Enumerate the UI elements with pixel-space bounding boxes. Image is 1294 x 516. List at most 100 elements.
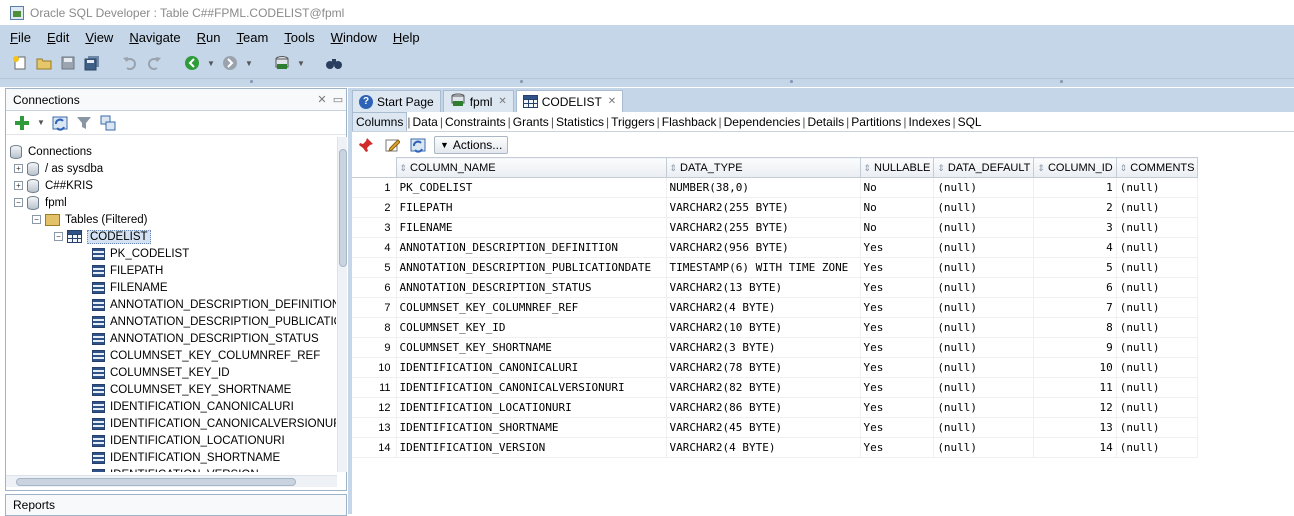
menu-help[interactable]: Help xyxy=(383,30,426,45)
sort-icon[interactable]: ⇕ xyxy=(864,163,872,173)
sort-icon[interactable]: ⇕ xyxy=(400,163,408,173)
nullable-cell[interactable]: Yes xyxy=(860,437,935,458)
row-number[interactable]: 3 xyxy=(352,217,397,238)
comments-cell[interactable]: (null) xyxy=(1116,217,1199,238)
redo-icon[interactable] xyxy=(144,53,164,73)
binoculars-icon[interactable] xyxy=(324,53,344,73)
refresh-grid-icon[interactable] xyxy=(408,135,428,155)
data-type-cell[interactable]: VARCHAR2(956 BYTE) xyxy=(666,237,861,258)
menu-tools[interactable]: Tools xyxy=(274,30,320,45)
comments-cell[interactable]: (null) xyxy=(1116,177,1199,198)
tree-item-column[interactable]: COLUMNSET_KEY_ID xyxy=(92,364,230,381)
table-row[interactable]: 2 FILEPATH VARCHAR2(255 BYTE) No (null) 2 (nul… xyxy=(352,197,1199,218)
column-name-cell[interactable]: FILENAME xyxy=(396,217,667,238)
row-number[interactable]: 2 xyxy=(352,197,397,218)
tree-item-db[interactable]: + C##KRIS xyxy=(14,177,93,194)
data-default-cell[interactable]: (null) xyxy=(933,337,1035,358)
row-number[interactable]: 1 xyxy=(352,177,397,198)
nullable-cell[interactable]: No xyxy=(860,177,935,198)
nullable-cell[interactable]: Yes xyxy=(860,377,935,398)
collapse-icon[interactable]: − xyxy=(14,198,23,207)
tab-statistics[interactable]: Statistics xyxy=(554,115,606,129)
tab-partitions[interactable]: Partitions xyxy=(849,115,903,129)
tree-item-table[interactable]: − CODELIST xyxy=(54,228,151,245)
data-type-cell[interactable]: VARCHAR2(78 BYTE) xyxy=(666,357,861,378)
nullable-cell[interactable]: Yes xyxy=(860,417,935,438)
nullable-cell[interactable]: Yes xyxy=(860,297,935,318)
tab-details[interactable]: Details xyxy=(805,115,846,129)
data-default-cell[interactable]: (null) xyxy=(933,317,1035,338)
close-tab-icon[interactable]: ✕ xyxy=(498,96,506,107)
data-default-cell[interactable]: (null) xyxy=(933,397,1035,418)
table-row[interactable]: 9 COLUMNSET_KEY_SHORTNAME VARCHAR2(3 BYTE)… xyxy=(352,337,1199,358)
reports-panel-header[interactable]: Reports xyxy=(5,494,347,516)
comments-cell[interactable]: (null) xyxy=(1116,297,1199,318)
data-type-cell[interactable]: VARCHAR2(4 BYTE) xyxy=(666,297,861,318)
menu-window[interactable]: Window xyxy=(321,30,383,45)
column-id-cell[interactable]: 3 xyxy=(1033,217,1117,238)
data-default-cell[interactable]: (null) xyxy=(933,437,1035,458)
column-name-cell[interactable]: IDENTIFICATION_LOCATIONURI xyxy=(396,397,667,418)
row-number[interactable]: 4 xyxy=(352,237,397,258)
nullable-cell[interactable]: No xyxy=(860,197,935,218)
tree-vertical-scrollbar[interactable] xyxy=(337,137,347,472)
row-number[interactable]: 6 xyxy=(352,277,397,298)
column-id-cell[interactable]: 11 xyxy=(1033,377,1117,398)
column-id-cell[interactable]: 6 xyxy=(1033,277,1117,298)
column-id-cell[interactable]: 8 xyxy=(1033,317,1117,338)
data-default-cell[interactable]: (null) xyxy=(933,217,1035,238)
tree-item-conn-root[interactable]: Connections xyxy=(10,143,92,160)
table-row[interactable]: 13 IDENTIFICATION_SHORTNAME VARCHAR2(45 BY… xyxy=(352,417,1199,438)
tree-item-column[interactable]: IDENTIFICATION_LOCATIONURI xyxy=(92,432,285,449)
tree-item-db-sql[interactable]: − fpml xyxy=(14,194,67,211)
schema-browser-icon[interactable] xyxy=(98,113,118,133)
column-name-cell[interactable]: COLUMNSET_KEY_COLUMNREF_REF xyxy=(396,297,667,318)
tree-item-folder[interactable]: − Tables (Filtered) xyxy=(32,211,147,228)
new-file-icon[interactable] xyxy=(10,53,30,73)
nullable-cell[interactable]: Yes xyxy=(860,337,935,358)
undo-icon[interactable] xyxy=(120,53,140,73)
table-row[interactable]: 5 ANNOTATION_DESCRIPTION_PUBLICATIONDATE T… xyxy=(352,257,1199,278)
sort-icon[interactable]: ⇕ xyxy=(1037,163,1045,173)
nullable-cell[interactable]: Yes xyxy=(860,277,935,298)
nullable-cell[interactable]: Yes xyxy=(860,257,935,278)
tab-indexes[interactable]: Indexes xyxy=(906,115,952,129)
data-type-cell[interactable]: VARCHAR2(86 BYTE) xyxy=(666,397,861,418)
sort-icon[interactable]: ⇕ xyxy=(937,163,945,173)
row-number[interactable]: 5 xyxy=(352,257,397,278)
data-type-cell[interactable]: VARCHAR2(4 BYTE) xyxy=(666,437,861,458)
row-number[interactable]: 11 xyxy=(352,377,397,398)
column-name-cell[interactable]: ANNOTATION_DESCRIPTION_STATUS xyxy=(396,277,667,298)
tree-item-column[interactable]: ANNOTATION_DESCRIPTION_STATUS xyxy=(92,330,319,347)
open-folder-icon[interactable] xyxy=(34,53,54,73)
nullable-cell[interactable]: Yes xyxy=(860,237,935,258)
comments-cell[interactable]: (null) xyxy=(1116,397,1199,418)
comments-cell[interactable]: (null) xyxy=(1116,197,1199,218)
data-default-cell[interactable]: (null) xyxy=(933,277,1035,298)
column-name-cell[interactable]: IDENTIFICATION_CANONICALURI xyxy=(396,357,667,378)
data-type-cell[interactable]: TIMESTAMP(6) WITH TIME ZONE xyxy=(666,257,861,278)
tree-item-column[interactable]: IDENTIFICATION_CANONICALVERSIONURI xyxy=(92,415,336,432)
column-name-cell[interactable]: FILEPATH xyxy=(396,197,667,218)
column-id-cell[interactable]: 4 xyxy=(1033,237,1117,258)
close-icon[interactable]: ✕ xyxy=(314,93,330,106)
expand-icon[interactable]: + xyxy=(14,181,23,190)
pin-icon[interactable] xyxy=(356,135,376,155)
column-id-cell[interactable]: 7 xyxy=(1033,297,1117,318)
tab-flashback[interactable]: Flashback xyxy=(660,115,719,129)
row-number[interactable]: 12 xyxy=(352,397,397,418)
table-row[interactable]: 14 IDENTIFICATION_VERSION VARCHAR2(4 BYTE)… xyxy=(352,437,1199,458)
column-id-cell[interactable]: 1 xyxy=(1033,177,1117,198)
data-type-cell[interactable]: VARCHAR2(255 BYTE) xyxy=(666,217,861,238)
table-row[interactable]: 10 IDENTIFICATION_CANONICALURI VARCHAR2(78… xyxy=(352,357,1199,378)
table-row[interactable]: 4 ANNOTATION_DESCRIPTION_DEFINITION VARCHA… xyxy=(352,237,1199,258)
tree-item-column[interactable]: IDENTIFICATION_CANONICALURI xyxy=(92,398,294,415)
comments-cell[interactable]: (null) xyxy=(1116,437,1199,458)
data-default-cell[interactable]: (null) xyxy=(933,257,1035,278)
tab-dependencies[interactable]: Dependencies xyxy=(722,115,803,129)
table-row[interactable]: 3 FILENAME VARCHAR2(255 BYTE) No (null) 3 (nul… xyxy=(352,217,1199,238)
table-row[interactable]: 6 ANNOTATION_DESCRIPTION_STATUS VARCHAR2(1… xyxy=(352,277,1199,298)
row-number[interactable]: 7 xyxy=(352,297,397,318)
sort-icon[interactable]: ⇕ xyxy=(1120,163,1128,173)
tab-data[interactable]: Data xyxy=(410,115,439,129)
